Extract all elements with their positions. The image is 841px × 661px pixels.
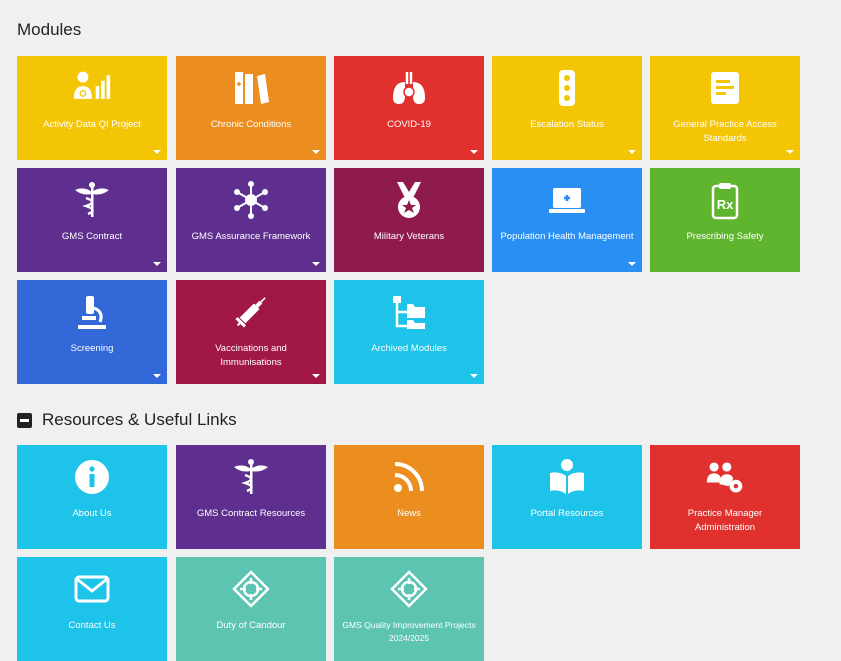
tile-population-health[interactable]: Population Health Management	[492, 168, 642, 272]
resources-header: Resources & Useful Links	[17, 410, 237, 430]
tile-gp-access-standards[interactable]: General Practice Access Standards	[650, 56, 800, 160]
rss-icon	[334, 457, 484, 497]
chevron-down-icon[interactable]	[786, 150, 794, 154]
doctor-chart-icon	[17, 68, 167, 108]
prescription-icon: Rx	[650, 180, 800, 220]
tile-escalation-status[interactable]: Escalation Status	[492, 56, 642, 160]
tile-gms-contract-resources[interactable]: GMS Contract Resources	[176, 445, 326, 549]
tile-practice-manager[interactable]: Practice Manager Administration	[650, 445, 800, 549]
tile-label: News	[397, 508, 421, 519]
tile-label: Vaccinations and Immunisations	[215, 343, 287, 368]
tile-label: Portal Resources	[530, 508, 604, 519]
tile-label: GMS Contract	[61, 231, 123, 242]
traffic-light-icon	[492, 68, 642, 108]
chevron-down-icon[interactable]	[470, 150, 478, 154]
tile-gms-assurance[interactable]: GMS Assurance Framework	[176, 168, 326, 272]
tile-screening[interactable]: Screening	[17, 280, 167, 384]
tile-label: GMS Assurance Framework	[191, 231, 311, 242]
tile-contact-us[interactable]: Contact Us	[17, 557, 167, 661]
tile-label: About Us	[72, 508, 112, 519]
envelope-icon	[17, 569, 167, 609]
tile-about-us[interactable]: About Us	[17, 445, 167, 549]
collapse-icon[interactable]	[17, 412, 32, 428]
tile-label: Military Veterans	[373, 231, 445, 242]
tile-label: Prescribing Safety	[686, 231, 764, 242]
tile-archived-modules[interactable]: Archived Modules	[334, 280, 484, 384]
chevron-down-icon[interactable]	[153, 374, 161, 378]
tile-label: COVID-19	[387, 119, 431, 130]
chevron-down-icon[interactable]	[153, 262, 161, 266]
tile-label: GMS Quality Improvement Projects 2024/20…	[342, 620, 476, 643]
laptop-medical-icon	[492, 180, 642, 220]
tile-portal-resources[interactable]: Portal Resources	[492, 445, 642, 549]
crosshair-icon	[176, 569, 326, 609]
caduceus-icon	[176, 457, 326, 497]
chevron-down-icon[interactable]	[312, 262, 320, 266]
tile-duty-of-candour[interactable]: Duty of Candour	[176, 557, 326, 661]
tile-label: Practice Manager Administration	[687, 508, 763, 533]
tile-label: Population Health Management	[500, 231, 634, 242]
tile-label: GMS Contract Resources	[196, 508, 306, 519]
tile-label: Activity Data QI Project	[43, 119, 141, 130]
modules-title: Modules	[17, 20, 82, 39]
reader-icon	[492, 457, 642, 497]
chevron-down-icon[interactable]	[153, 150, 161, 154]
svg-text:Rx: Rx	[717, 197, 734, 212]
document-icon	[650, 68, 800, 108]
tile-prescribing-safety[interactable]: Rx Prescribing Safety	[650, 168, 800, 272]
tile-label: Contact Us	[68, 620, 116, 631]
tile-activity-data[interactable]: Activity Data QI Project	[17, 56, 167, 160]
tile-chronic-conditions[interactable]: Chronic Conditions	[176, 56, 326, 160]
users-gear-icon	[650, 457, 800, 497]
tile-label: Escalation Status	[530, 119, 604, 130]
crosshair-icon	[334, 569, 484, 609]
microscope-icon	[17, 292, 167, 332]
chevron-down-icon[interactable]	[628, 150, 636, 154]
tile-news[interactable]: News	[334, 445, 484, 549]
chevron-down-icon[interactable]	[312, 374, 320, 378]
medal-icon	[334, 180, 484, 220]
chevron-down-icon[interactable]	[470, 374, 478, 378]
tile-military-veterans[interactable]: Military Veterans	[334, 168, 484, 272]
syringe-icon	[176, 292, 326, 332]
info-icon	[17, 457, 167, 497]
chevron-down-icon[interactable]	[628, 262, 636, 266]
tile-label: Chronic Conditions	[210, 119, 292, 130]
network-icon	[176, 180, 326, 220]
caduceus-icon	[17, 180, 167, 220]
tile-gms-contract[interactable]: GMS Contract	[17, 168, 167, 272]
virus-lungs-icon	[334, 68, 484, 108]
tile-gms-quality-improvement[interactable]: GMS Quality Improvement Projects 2024/20…	[334, 557, 484, 661]
tile-label: Archived Modules	[371, 343, 447, 354]
tile-vaccinations[interactable]: Vaccinations and Immunisations	[176, 280, 326, 384]
tile-label: Duty of Candour	[216, 620, 286, 631]
tile-covid-19[interactable]: COVID-19	[334, 56, 484, 160]
tile-label: Screening	[70, 343, 114, 354]
chevron-down-icon[interactable]	[312, 150, 320, 154]
resources-title: Resources & Useful Links	[42, 410, 237, 429]
tile-label: General Practice Access Standards	[673, 119, 777, 144]
folder-tree-icon	[334, 292, 484, 332]
medicine-books-icon	[176, 68, 326, 108]
